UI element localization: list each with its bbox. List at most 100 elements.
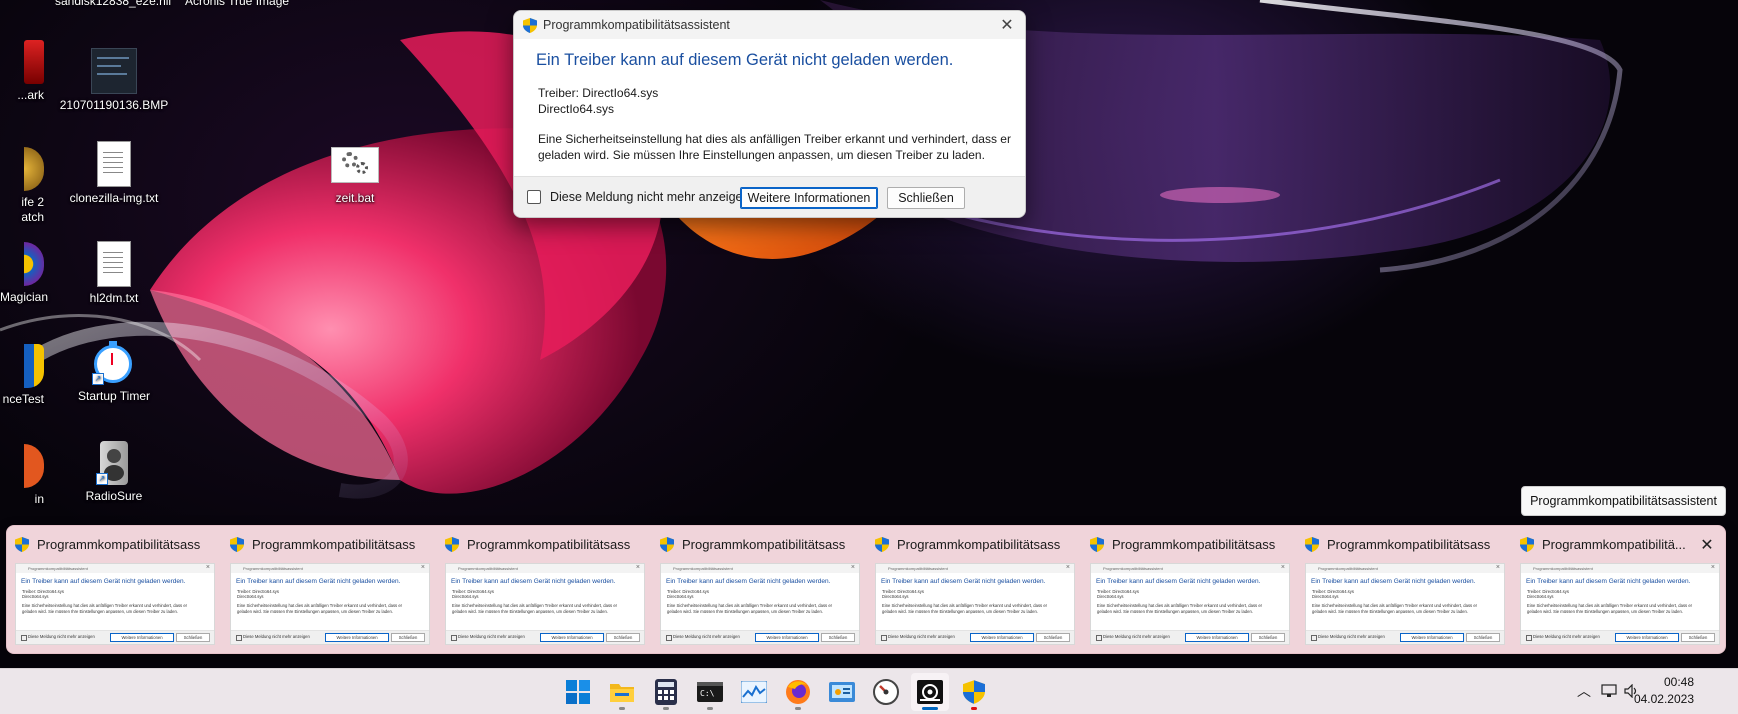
preview-header: Programmkompatibilitätsassist... bbox=[1090, 535, 1280, 553]
shield-icon bbox=[230, 536, 244, 552]
window-preview[interactable]: Programmkompatibilitätsassist... Programm… bbox=[1082, 526, 1290, 653]
desktop-icon[interactable]: in bbox=[0, 444, 44, 506]
taskbar-terminal[interactable]: C:\ bbox=[691, 673, 729, 711]
start-button[interactable] bbox=[559, 673, 597, 711]
desktop-icon[interactable]: ...ark bbox=[0, 40, 44, 102]
close-icon[interactable]: ✕ bbox=[1699, 535, 1715, 554]
thumb-more-info-button: Weitere Informationen bbox=[110, 633, 174, 642]
thumb-titlebar: Programmkompatibilitätsassistent bbox=[1091, 564, 1289, 573]
dont-show-label[interactable]: Diese Meldung nicht mehr anzeigen bbox=[550, 190, 749, 204]
thumb-close-button: Schließen bbox=[176, 633, 210, 642]
preview-thumbnail[interactable]: Programmkompatibilitätsassistent Ein Trei… bbox=[660, 563, 860, 645]
network-icon bbox=[1601, 684, 1617, 697]
running-indicator bbox=[922, 707, 938, 710]
thumb-line: geladen wird. Sie müssen Ihre Einstellun… bbox=[1312, 608, 1468, 614]
thumb-more-info-button: Weitere Informationen bbox=[325, 633, 389, 642]
thumb-close-button: Schließen bbox=[1251, 633, 1285, 642]
thumb-checkbox bbox=[236, 635, 242, 641]
taskbar-resource-monitor[interactable] bbox=[735, 673, 773, 711]
thumb-checkbox bbox=[21, 635, 27, 641]
dialog-titlebar[interactable]: Programmkompatibilitätsassistent bbox=[514, 11, 1025, 39]
window-preview[interactable]: Programmkompatibilitä... Programmkompatib… bbox=[1512, 526, 1720, 653]
message-line: Eine Sicherheitseinstellung hat dies als… bbox=[538, 132, 1011, 146]
desktop-icon-txt[interactable]: hl2dm.txt bbox=[59, 241, 169, 305]
clock-time: 00:48 bbox=[1663, 675, 1694, 689]
taskbar-control-panel[interactable] bbox=[823, 673, 861, 711]
desktop-icon-bmp[interactable]: 210701190136.BMP bbox=[59, 48, 169, 112]
thumb-line: DirectIo64.sys bbox=[1312, 594, 1339, 600]
svg-text:C:\: C:\ bbox=[700, 689, 715, 698]
taskbar-file-explorer[interactable] bbox=[603, 673, 641, 711]
thumb-line: Eine Sicherheitseinstellung hat dies als… bbox=[452, 603, 618, 609]
thumb-line: Eine Sicherheitseinstellung hat dies als… bbox=[882, 603, 1048, 609]
preview-title: Programmkompatibilitätsassist... bbox=[252, 536, 416, 552]
thumb-titlebar: Programmkompatibilitätsassistent bbox=[16, 564, 214, 573]
desktop-icon[interactable]: ife 2 atch bbox=[0, 147, 44, 225]
shield-icon bbox=[660, 536, 674, 552]
desktop-icon-txt[interactable]: clonezilla-img.txt bbox=[59, 141, 169, 205]
show-hidden-icons-button[interactable]: ︿ bbox=[1574, 681, 1594, 701]
more-info-button[interactable]: Weitere Informationen bbox=[740, 187, 878, 209]
thumb-line: DirectIo64.sys bbox=[667, 594, 694, 600]
taskbar-active-app[interactable] bbox=[911, 673, 949, 711]
preview-title: Programmkompatibilitätsassist... bbox=[467, 536, 631, 552]
taskbar-calculator[interactable] bbox=[647, 673, 685, 711]
desktop-icon-radiosure[interactable]: ↗ RadioSure bbox=[59, 441, 169, 503]
thumb-line: Eine Sicherheitseinstellung hat dies als… bbox=[237, 603, 403, 609]
preview-thumbnail[interactable]: Programmkompatibilitätsassistent Ein Trei… bbox=[230, 563, 430, 645]
thumb-more-info-button: Weitere Informationen bbox=[1185, 633, 1249, 642]
preview-thumbnail[interactable]: Programmkompatibilitätsassistent Ein Trei… bbox=[875, 563, 1075, 645]
window-preview[interactable]: Programmkompatibilitätsassist... Programm… bbox=[7, 526, 215, 653]
thumb-close-button: Schließen bbox=[391, 633, 425, 642]
desktop-icon-label-partial[interactable]: sandisk12838_e2e.hll bbox=[55, 0, 171, 8]
taskbar-tooltip: Programmkompatibilitätsassistent bbox=[1521, 486, 1726, 516]
preview-thumbnail[interactable]: Programmkompatibilitätsassistent Ein Trei… bbox=[1520, 563, 1720, 645]
gauge-icon bbox=[873, 679, 899, 705]
preview-header: Programmkompatibilitä... bbox=[1520, 535, 1710, 553]
desktop-icon-label: RadioSure bbox=[85, 489, 143, 503]
desktop-icon-label: Magician bbox=[0, 290, 49, 304]
network-button[interactable] bbox=[1599, 681, 1619, 701]
thumb-titlebar: Programmkompatibilitätsassistent bbox=[1521, 564, 1719, 573]
thumb-checkbox bbox=[1096, 635, 1102, 641]
dialog-body: Ein Treiber kann auf diesem Gerät nicht … bbox=[514, 51, 1025, 163]
desktop-icon-bat[interactable]: zeit.bat bbox=[300, 147, 410, 205]
desktop-icon[interactable]: nceTest bbox=[0, 344, 44, 406]
desktop-icon-label: in bbox=[34, 492, 44, 506]
system-clock[interactable]: 00:48 04.02.2023 bbox=[1634, 674, 1694, 708]
taskbar-compat-assistant[interactable] bbox=[955, 673, 993, 711]
dialog-title: Programmkompatibilitätsassistent bbox=[543, 18, 730, 32]
dont-show-checkbox[interactable] bbox=[527, 190, 541, 204]
clock-date: 04.02.2023 bbox=[1633, 692, 1694, 706]
batch-file-icon bbox=[331, 147, 379, 183]
taskbar-firefox[interactable] bbox=[779, 673, 817, 711]
thumb-line: Eine Sicherheitseinstellung hat dies als… bbox=[22, 603, 188, 609]
preview-thumbnail[interactable]: Programmkompatibilitätsassistent Ein Trei… bbox=[15, 563, 215, 645]
stopwatch-icon: ↗ bbox=[92, 341, 136, 385]
window-preview[interactable]: Programmkompatibilitätsassist... Programm… bbox=[1297, 526, 1505, 653]
thumb-more-info-button: Weitere Informationen bbox=[1400, 633, 1464, 642]
preview-thumbnail[interactable]: Programmkompatibilitätsassistent Ein Trei… bbox=[1090, 563, 1290, 645]
thumb-checkbox bbox=[666, 635, 672, 641]
thumb-line: geladen wird. Sie müssen Ihre Einstellun… bbox=[22, 608, 178, 614]
window-preview[interactable]: Programmkompatibilitätsassist... Programm… bbox=[222, 526, 430, 653]
window-preview[interactable]: Programmkompatibilitätsassist... Programm… bbox=[652, 526, 860, 653]
close-button[interactable]: Schließen bbox=[887, 187, 965, 209]
window-preview[interactable]: Programmkompatibilitätsassist... Programm… bbox=[437, 526, 645, 653]
desktop-icon[interactable]: Magician bbox=[0, 242, 49, 304]
thumb-checkbox-label: Diese Meldung nicht mehr anzeigen bbox=[458, 634, 525, 639]
preview-thumbnail[interactable]: Programmkompatibilitätsassistent Ein Trei… bbox=[1305, 563, 1505, 645]
close-icon[interactable]: ✕ bbox=[995, 14, 1019, 36]
window-preview[interactable]: Programmkompatibilitätsassist... Programm… bbox=[867, 526, 1075, 653]
desktop-icon-label-partial[interactable]: Acronis True Image bbox=[185, 0, 289, 8]
taskbar-speedometer-app[interactable] bbox=[867, 673, 905, 711]
shield-icon bbox=[1305, 536, 1319, 552]
thumb-line: Eine Sicherheitseinstellung hat dies als… bbox=[667, 603, 833, 609]
preview-thumbnail[interactable]: Programmkompatibilitätsassistent Ein Trei… bbox=[445, 563, 645, 645]
driver-line: DirectIo64.sys bbox=[538, 101, 615, 116]
desktop-icon-startup-timer[interactable]: ↗ Startup Timer bbox=[59, 341, 169, 403]
desktop-icon-label: ife 2 atch bbox=[21, 195, 44, 224]
thumb-heading: Ein Treiber kann auf diesem Gerät nicht … bbox=[236, 578, 401, 585]
app-window-icon bbox=[917, 680, 943, 704]
running-indicator bbox=[619, 707, 625, 710]
